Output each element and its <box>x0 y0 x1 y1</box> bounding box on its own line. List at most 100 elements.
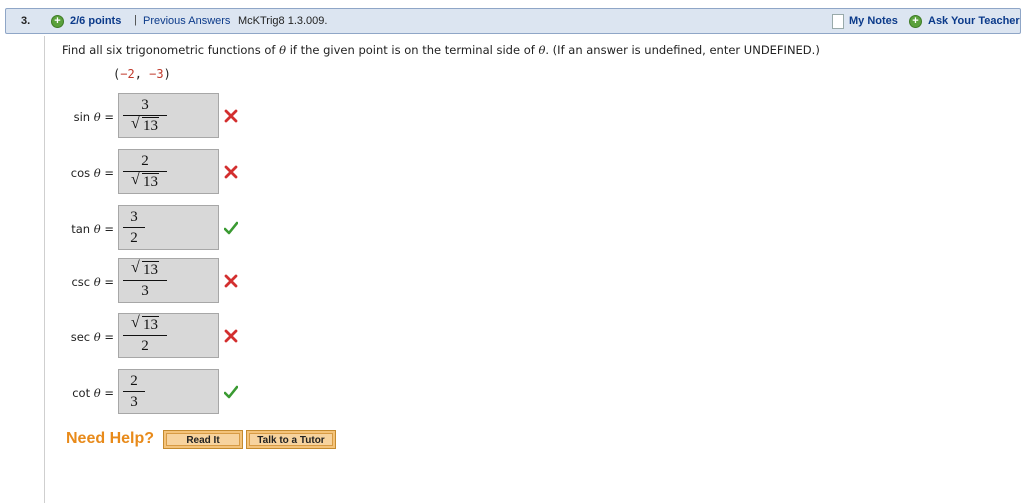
my-notes-link[interactable]: My Notes <box>849 15 898 27</box>
numerator: 2 <box>123 152 167 170</box>
point-y: −3 <box>149 67 164 81</box>
given-point: (−2, −3) <box>113 67 171 81</box>
expand-plus-icon[interactable]: + <box>51 15 64 28</box>
theta-symbol: θ <box>93 386 101 400</box>
talk-to-tutor-button[interactable]: Talk to a Tutor <box>246 430 336 449</box>
denominator: √ 13 <box>123 171 167 191</box>
note-icon[interactable] <box>832 14 844 29</box>
function-label-sec: sec θ = <box>48 330 114 344</box>
radicand: 13 <box>142 117 159 134</box>
read-it-label: Read It <box>166 433 240 446</box>
function-label-csc: csc θ = <box>48 275 114 289</box>
need-help-label: Need Help? <box>66 430 155 447</box>
prompt-text-end: . (If an answer is undefined, enter UNDE… <box>545 43 820 57</box>
radicand: 13 <box>142 173 159 190</box>
fraction: 2 √ 13 <box>123 152 167 191</box>
theta-symbol: θ <box>93 110 101 124</box>
numerator: 3 <box>123 208 145 226</box>
denominator: 3 <box>123 393 145 411</box>
denominator: 2 <box>123 229 145 247</box>
problem-code: McKTrig8 1.3.009. <box>238 15 328 27</box>
point-comma: , <box>134 67 150 81</box>
question-panel: 3. + 2/6 points | Previous Answers McKTr… <box>0 0 1024 503</box>
prompt-text-middle: if the given point is on the terminal si… <box>286 43 539 57</box>
equals-sign: = <box>104 386 114 400</box>
numerator: 2 <box>123 372 145 390</box>
theta-symbol: θ <box>93 222 101 236</box>
radical-icon: √ <box>131 314 140 331</box>
check-icon <box>224 221 238 235</box>
equals-sign: = <box>104 166 114 180</box>
equals-sign: = <box>104 330 114 344</box>
fraction: 23 <box>123 372 145 411</box>
fraction: √ 13 2 <box>123 314 167 355</box>
fraction: 32 <box>123 208 145 247</box>
x-icon <box>224 329 238 343</box>
fraction-part: 2 <box>141 153 149 169</box>
fraction-bar <box>123 280 167 281</box>
square-root: √ 13 <box>131 171 159 191</box>
fraction-bar <box>123 391 145 392</box>
radicand: 13 <box>142 316 159 333</box>
read-it-button[interactable]: Read It <box>163 430 243 449</box>
fraction: 3 √ 13 <box>123 96 167 135</box>
denominator: 3 <box>123 282 167 300</box>
radicand: 13 <box>142 261 159 278</box>
fraction-part: 3 <box>141 283 149 299</box>
theta-symbol: θ <box>93 330 101 344</box>
theta-symbol: θ <box>279 43 287 57</box>
function-name: csc <box>71 275 91 289</box>
numerator: 3 <box>123 96 167 114</box>
numerator: √ 13 <box>123 314 167 334</box>
function-label-sin: sin θ = <box>48 110 114 124</box>
radical-icon: √ <box>131 115 140 132</box>
fraction-bar <box>123 115 167 116</box>
fraction-bar <box>123 171 167 172</box>
radical-icon: √ <box>131 171 140 188</box>
point-x: −2 <box>120 67 135 81</box>
function-name: tan <box>71 222 91 236</box>
fraction-part: 3 <box>130 209 138 225</box>
radical-icon: √ <box>131 259 140 276</box>
fraction-part: 2 <box>141 338 149 354</box>
denominator: √ 13 <box>123 115 167 135</box>
ask-teacher-plus-icon[interactable]: + <box>909 15 922 28</box>
answer-box-cos[interactable]: 2 √ 13 <box>118 149 219 194</box>
talk-to-tutor-label: Talk to a Tutor <box>249 433 333 446</box>
fraction-part: 3 <box>141 97 149 113</box>
function-label-tan: tan θ = <box>48 222 114 236</box>
numerator: √ 13 <box>123 259 167 279</box>
previous-answers-link[interactable]: Previous Answers <box>143 15 230 27</box>
square-root: √ 13 <box>131 314 159 334</box>
function-name: cos <box>70 166 91 180</box>
check-icon <box>224 385 238 399</box>
fraction: √ 13 3 <box>123 259 167 300</box>
ask-teacher-link[interactable]: Ask Your Teacher <box>928 15 1020 27</box>
theta-symbol: θ <box>93 166 101 180</box>
fraction-part: 2 <box>130 373 138 389</box>
equals-sign: = <box>104 275 114 289</box>
square-root: √ 13 <box>131 115 159 135</box>
answer-box-tan[interactable]: 32 <box>118 205 219 250</box>
fraction-part: 2 <box>130 230 138 246</box>
denominator: 2 <box>123 337 167 355</box>
square-root: √ 13 <box>131 259 159 279</box>
function-name: sec <box>70 330 91 344</box>
x-icon <box>224 274 238 288</box>
question-number: 3. <box>21 15 31 27</box>
function-label-cot: cot θ = <box>48 386 114 400</box>
answer-box-sec[interactable]: √ 13 2 <box>118 313 219 358</box>
header-separator: | <box>134 14 137 26</box>
answer-box-cot[interactable]: 23 <box>118 369 219 414</box>
function-name: sin <box>73 110 91 124</box>
question-prompt: Find all six trigonometric functions of … <box>62 43 820 57</box>
x-icon <box>224 109 238 123</box>
points-score: 2/6 points <box>70 15 122 27</box>
x-icon <box>224 165 238 179</box>
point-close-paren: ) <box>163 67 171 81</box>
left-divider <box>44 36 45 503</box>
function-label-cos: cos θ = <box>48 166 114 180</box>
answer-box-sin[interactable]: 3 √ 13 <box>118 93 219 138</box>
answer-box-csc[interactable]: √ 13 3 <box>118 258 219 303</box>
equals-sign: = <box>104 110 114 124</box>
